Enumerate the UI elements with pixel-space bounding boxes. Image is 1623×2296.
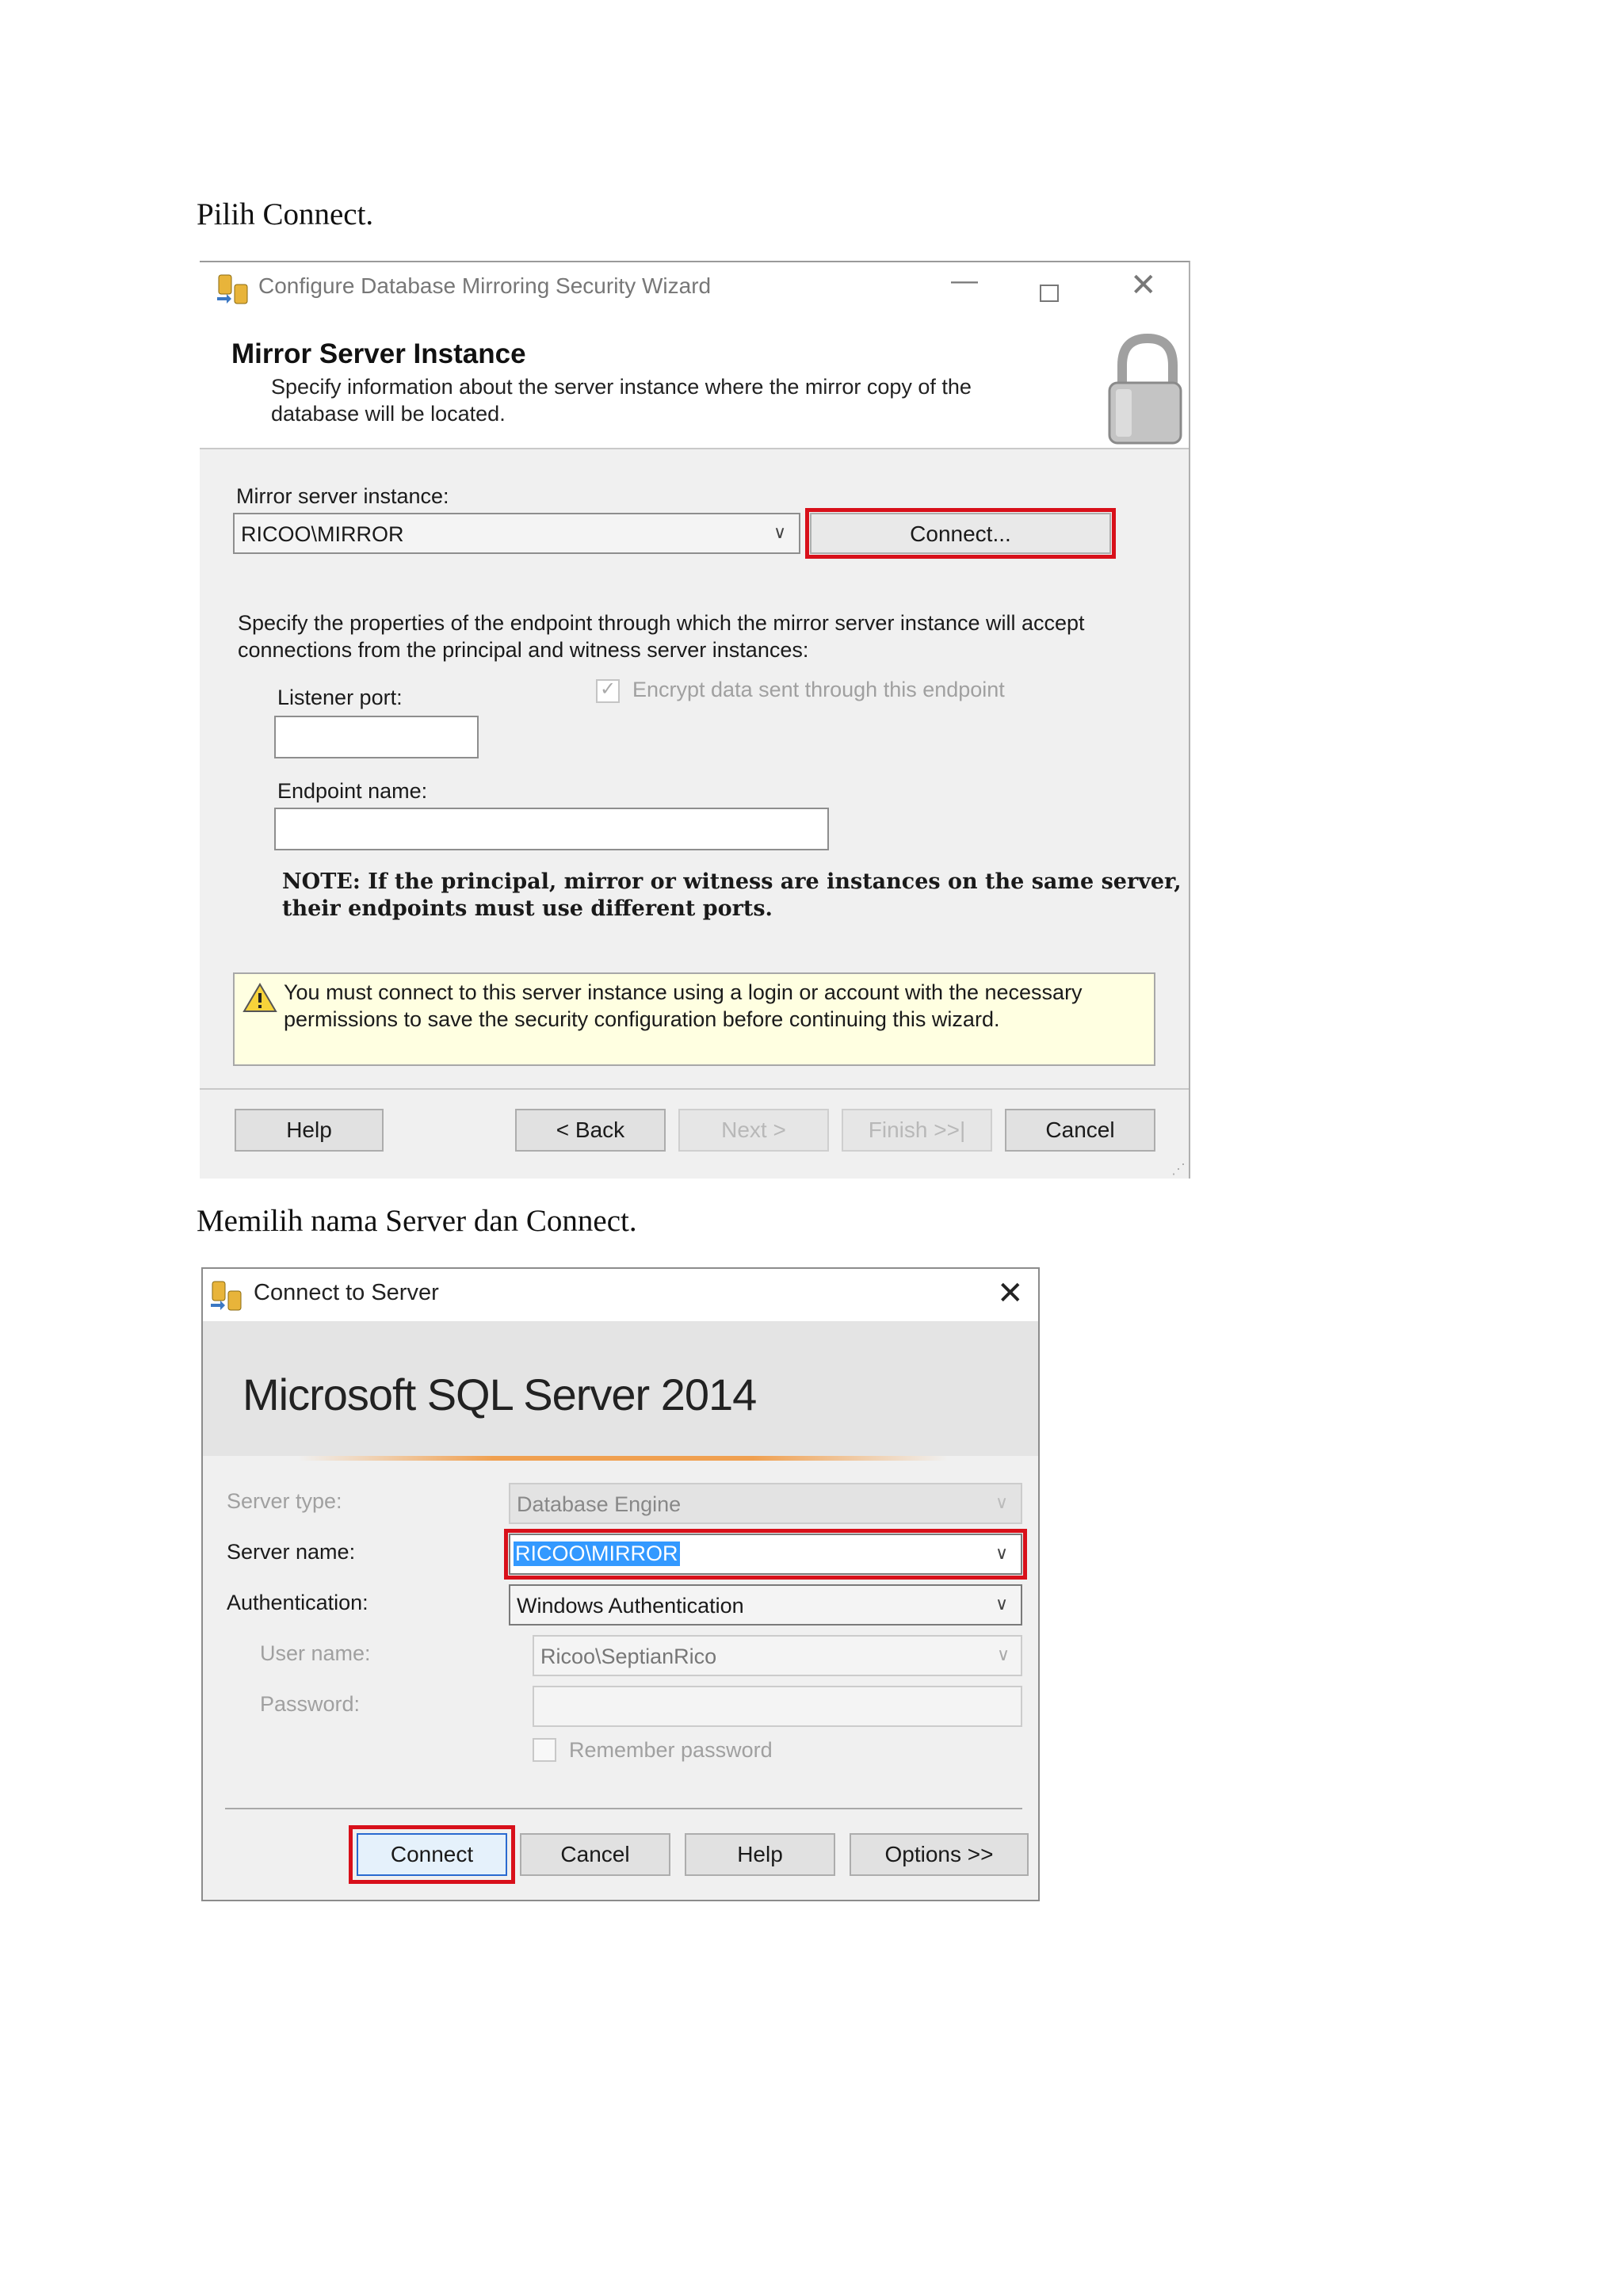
server-name-label: Server name:	[227, 1540, 356, 1564]
authentication-value: Windows Authentication	[517, 1594, 744, 1618]
database-server-icon	[217, 274, 248, 304]
mirror-instance-select[interactable]: RICOO\MIRROR ∨	[233, 513, 800, 554]
encrypt-label: Encrypt data sent through this endpoint	[632, 678, 1005, 701]
user-name-label: User name:	[260, 1641, 371, 1665]
chevron-down-icon[interactable]: ∨	[995, 1594, 1008, 1614]
mirror-instance-label: Mirror server instance:	[236, 484, 449, 508]
chevron-down-icon[interactable]: ∨	[997, 1645, 1010, 1665]
highlight-connect-button	[805, 508, 1116, 559]
button-divider	[225, 1808, 1022, 1809]
footer-divider	[200, 1088, 1189, 1090]
user-name-value: Ricoo\SeptianRico	[540, 1645, 717, 1668]
check-icon: ✓	[600, 678, 617, 700]
encrypt-checkbox[interactable]: ✓	[596, 678, 620, 703]
endpoint-name-label: Endpoint name:	[277, 779, 428, 803]
next-button[interactable]: Next >	[678, 1109, 829, 1152]
help-button[interactable]: Help	[685, 1833, 835, 1876]
note-line2: their endpoints must use different ports…	[282, 896, 773, 921]
orange-accent-bar	[298, 1456, 948, 1461]
minimize-icon[interactable]: —	[951, 266, 978, 296]
warning-line1: You must connect to this server instance…	[284, 980, 1083, 1004]
listener-port-label: Listener port:	[277, 686, 403, 709]
database-server-icon	[211, 1281, 242, 1311]
cancel-button[interactable]: Cancel	[1005, 1109, 1155, 1152]
maximize-icon[interactable]	[1040, 285, 1059, 302]
finish-button[interactable]: Finish >>|	[842, 1109, 992, 1152]
highlight-server-name	[504, 1529, 1027, 1580]
password-label: Password:	[260, 1692, 361, 1716]
options-button[interactable]: Options >>	[850, 1833, 1029, 1876]
wizard-heading: Mirror Server Instance	[231, 338, 526, 369]
connect-title: Connect to Server	[254, 1280, 439, 1305]
chevron-down-icon[interactable]: ∨	[773, 522, 786, 543]
connect-to-server-dialog: Connect to Server ✕ Microsoft SQL Server…	[201, 1267, 1040, 1901]
warning-icon	[242, 983, 277, 1012]
listener-port-input[interactable]	[274, 716, 479, 758]
mirroring-security-wizard: Configure Database Mirroring Security Wi…	[200, 261, 1190, 1179]
wizard-subheading-line1: Specify information about the server ins…	[271, 375, 972, 399]
authentication-select[interactable]: Windows Authentication ∨	[509, 1584, 1022, 1626]
help-button[interactable]: Help	[235, 1109, 384, 1152]
highlight-connect-submit	[349, 1825, 515, 1884]
endpoint-name-input[interactable]	[274, 808, 829, 850]
remember-password-checkbox[interactable]	[533, 1738, 556, 1762]
warning-line2: permissions to save the security configu…	[284, 1007, 1000, 1031]
server-type-label: Server type:	[227, 1489, 342, 1513]
mirror-instance-value: RICOO\MIRROR	[241, 522, 404, 546]
close-icon[interactable]: ✕	[1130, 267, 1157, 304]
server-type-value: Database Engine	[517, 1492, 682, 1516]
remember-password-label: Remember password	[569, 1738, 773, 1762]
caption-pilih-connect: Pilih Connect.	[197, 197, 374, 231]
wizard-subheading-line2: database will be located.	[271, 402, 506, 426]
authentication-label: Authentication:	[227, 1591, 369, 1614]
chevron-down-icon[interactable]: ∨	[995, 1492, 1008, 1513]
product-name: Microsoft SQL Server 2014	[242, 1370, 757, 1419]
cancel-button[interactable]: Cancel	[520, 1833, 670, 1876]
server-type-select[interactable]: Database Engine ∨	[509, 1483, 1022, 1524]
endpoint-description-line1: Specify the properties of the endpoint t…	[238, 611, 1085, 635]
note-line1: NOTE: If the principal, mirror or witnes…	[282, 869, 1182, 894]
padlock-icon	[1108, 333, 1182, 445]
wizard-title: Configure Database Mirroring Security Wi…	[258, 273, 712, 298]
back-button[interactable]: < Back	[515, 1109, 666, 1152]
user-name-combobox[interactable]: Ricoo\SeptianRico ∨	[533, 1635, 1022, 1676]
caption-memilih-server: Memilih nama Server dan Connect.	[197, 1204, 637, 1238]
resize-grip-icon[interactable]: ⋰	[1171, 1161, 1186, 1178]
close-icon[interactable]: ✕	[997, 1275, 1024, 1312]
password-input[interactable]	[533, 1686, 1022, 1727]
endpoint-description-line2: connections from the principal and witne…	[238, 638, 809, 662]
warning-panel: You must connect to this server instance…	[233, 972, 1155, 1066]
